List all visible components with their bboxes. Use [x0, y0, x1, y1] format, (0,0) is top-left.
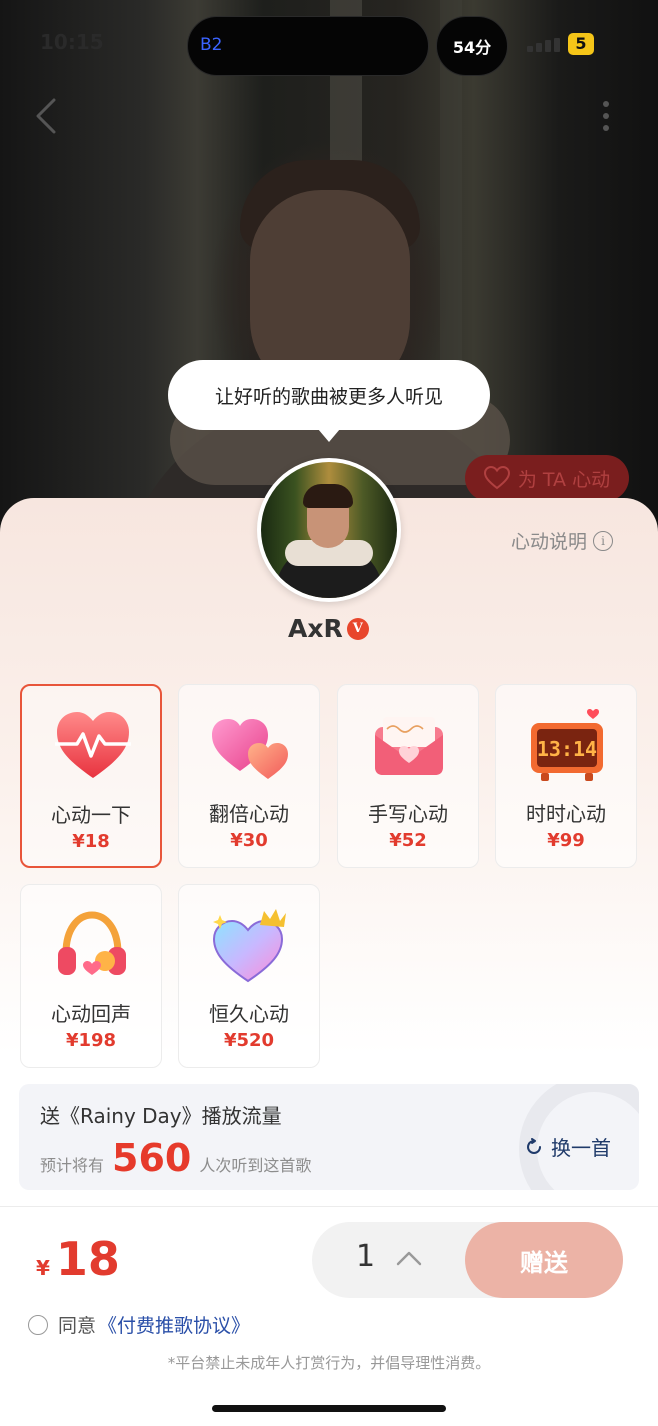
gift-price: ¥18: [72, 831, 110, 852]
send-button[interactable]: 赠送: [465, 1222, 623, 1298]
explain-link[interactable]: 心动说明 i: [511, 527, 614, 554]
double-heart-icon: [212, 719, 288, 779]
agreement-row: 同意 《付费推歌协议》: [28, 1311, 250, 1338]
info-icon: i: [593, 530, 614, 551]
heart-pulse-icon: [55, 712, 131, 778]
heart-outline-icon: [483, 466, 510, 490]
total-price: ¥ 18: [36, 1232, 120, 1286]
promo-bubble: 让好听的歌曲被更多人听见: [168, 360, 490, 442]
signal-icon: [527, 38, 561, 52]
avatar[interactable]: [257, 458, 401, 602]
gift-card-4[interactable]: 13:14 时时心动 ¥99: [495, 684, 637, 868]
agree-prefix: 同意: [58, 1315, 97, 1337]
crown-heart-icon: [212, 909, 286, 983]
gift-price: ¥198: [65, 1030, 117, 1051]
gift-card-3[interactable]: 手写心动 ¥52: [337, 684, 479, 868]
gift-price: ¥99: [547, 830, 585, 851]
svg-text:13:14: 13:14: [537, 737, 597, 761]
username: AxR V: [288, 614, 369, 643]
headphones-icon: [58, 911, 126, 975]
song-estimate-prefix: 预计将有: [40, 1156, 105, 1175]
username-text: AxR: [288, 614, 343, 643]
clock-icon: 13:14: [531, 709, 603, 781]
battery-icon: 5: [568, 33, 594, 55]
back-icon[interactable]: [28, 96, 68, 136]
explain-label: 心动说明: [511, 531, 588, 553]
agreement-link[interactable]: 《付费推歌协议》: [98, 1311, 250, 1338]
quantity-value: 1: [356, 1239, 376, 1274]
gift-name: 手写心动: [368, 802, 448, 826]
gift-card-2[interactable]: 翻倍心动 ¥30: [178, 684, 320, 868]
gift-name: 心动一下: [51, 803, 131, 827]
notice-text: *平台禁止未成年人打赏行为，并倡导理性消费。: [167, 1354, 491, 1372]
gift-card-1[interactable]: 心动一下 ¥18: [20, 684, 162, 868]
switch-song-button[interactable]: 换一首: [525, 1132, 611, 1161]
heart-for-ta-button[interactable]: 为 TA 心动: [465, 455, 629, 501]
island-timer: 54分: [436, 16, 508, 76]
gift-price: ¥52: [389, 830, 427, 851]
dynamic-island: B2: [187, 16, 429, 76]
verified-badge-icon: V: [346, 617, 369, 640]
gift-price: ¥520: [223, 1030, 275, 1051]
more-icon[interactable]: [594, 98, 618, 138]
gift-name: 翻倍心动: [209, 802, 289, 826]
agree-radio[interactable]: [28, 1314, 48, 1335]
divider: [0, 1206, 658, 1207]
song-estimate-suffix: 人次听到这首歌: [199, 1156, 312, 1175]
heart-for-ta-label: 为 TA 心动: [517, 468, 611, 491]
song-estimate: 预计将有 560 人次听到这首歌: [40, 1136, 311, 1180]
gift-price: ¥30: [230, 830, 268, 851]
refresh-icon: [527, 1137, 541, 1154]
song-title: 送《Rainy Day》播放流量: [40, 1104, 282, 1128]
gift-card-5[interactable]: 心动回声 ¥198: [20, 884, 162, 1068]
gift-name: 心动回声: [51, 1002, 131, 1026]
love-letter-icon: [375, 717, 443, 775]
gift-card-6[interactable]: 恒久心动 ¥520: [178, 884, 320, 1068]
status-time: 10:15: [40, 30, 104, 54]
gift-name: 恒久心动: [209, 1002, 289, 1026]
chevron-up-icon[interactable]: [394, 1244, 424, 1274]
song-listener-count: 560: [112, 1136, 192, 1180]
switch-song-label: 换一首: [551, 1136, 611, 1160]
island-label: B2: [200, 35, 223, 55]
song-promo-box: 送《Rainy Day》播放流量 预计将有 560 人次听到这首歌 换一首: [19, 1084, 639, 1190]
gift-name: 时时心动: [526, 802, 606, 826]
total-amount: 18: [55, 1232, 120, 1286]
home-indicator: [212, 1405, 446, 1412]
currency-symbol: ¥: [36, 1256, 50, 1280]
